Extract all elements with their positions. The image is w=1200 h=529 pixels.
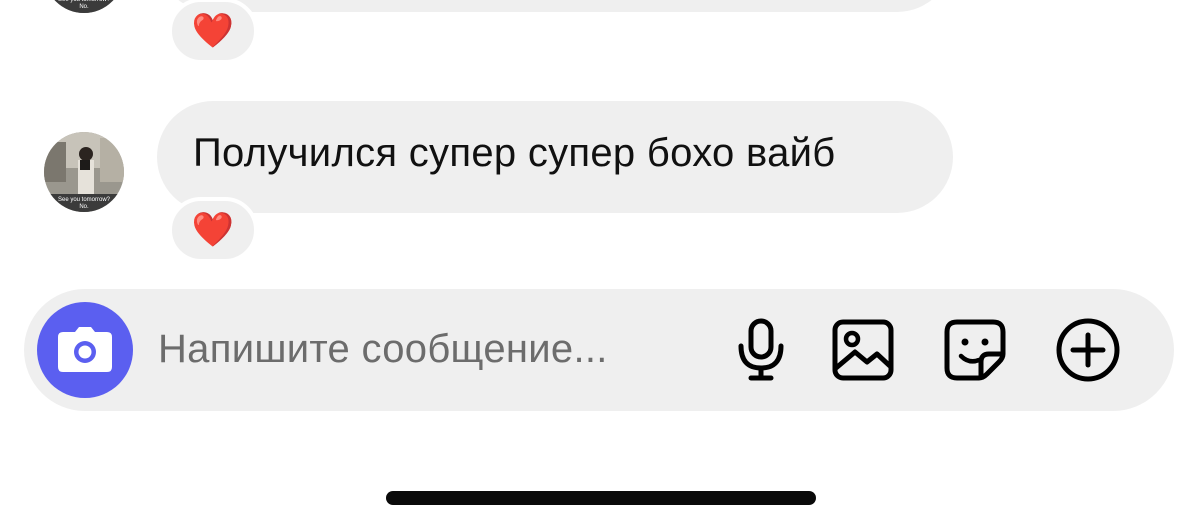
plus-circle-icon bbox=[1056, 318, 1120, 382]
more-button[interactable] bbox=[1055, 317, 1121, 383]
gallery-button[interactable] bbox=[830, 317, 896, 383]
sticker-button[interactable] bbox=[942, 317, 1008, 383]
image-gallery-icon bbox=[832, 319, 894, 381]
microphone-icon bbox=[738, 318, 784, 381]
sender-avatar[interactable]: See you tomorrow? No. bbox=[44, 132, 124, 212]
sticker-icon bbox=[944, 319, 1006, 381]
message-input[interactable]: Напишите сообщение... bbox=[158, 327, 608, 372]
message-composer: Напишите сообщение... bbox=[24, 289, 1174, 411]
message-text: Получился супер супер бохо вайб bbox=[193, 131, 836, 175]
heart-reaction-icon: ❤️ bbox=[191, 211, 235, 249]
camera-icon bbox=[58, 327, 112, 372]
avatar-caption: No. bbox=[79, 204, 89, 210]
heart-reaction-icon: ❤️ bbox=[191, 12, 235, 50]
microphone-button[interactable] bbox=[728, 317, 794, 383]
avatar-caption: See you tomorrow? bbox=[58, 0, 111, 3]
message-bubble[interactable] bbox=[157, 0, 953, 12]
chat-screen: See you tomorrow? No. ❤️ See you tomorro… bbox=[0, 0, 1200, 529]
camera-button[interactable] bbox=[37, 302, 133, 398]
sender-avatar[interactable]: See you tomorrow? No. bbox=[44, 0, 124, 13]
message-reaction[interactable]: ❤️ bbox=[168, 0, 258, 64]
message-reaction[interactable]: ❤️ bbox=[168, 197, 258, 263]
avatar-caption: No. bbox=[79, 4, 89, 10]
home-indicator[interactable] bbox=[386, 491, 816, 505]
avatar-caption: See you tomorrow? bbox=[58, 197, 111, 203]
message-bubble[interactable]: Получился супер супер бохо вайб bbox=[157, 101, 953, 213]
